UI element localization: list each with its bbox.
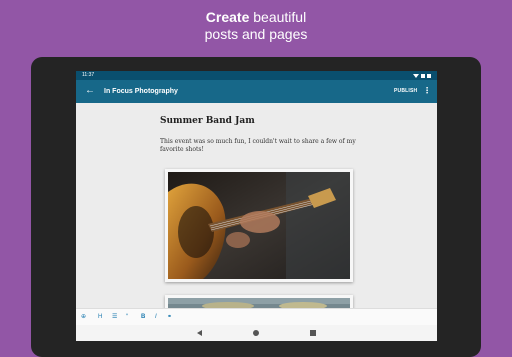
more-vert-icon[interactable]: ⋮ bbox=[423, 86, 431, 96]
system-nav-bar bbox=[76, 325, 437, 341]
promo-headline-rest: beautiful bbox=[249, 9, 307, 25]
link-icon[interactable]: ⚭ bbox=[167, 312, 172, 322]
status-time: 11:37 bbox=[82, 72, 95, 78]
wifi-icon bbox=[413, 73, 419, 78]
add-block-icon[interactable]: ⊕ bbox=[81, 312, 86, 322]
quote-icon[interactable]: “ bbox=[126, 312, 128, 322]
guitar-photo[interactable] bbox=[165, 169, 353, 282]
publish-button[interactable]: PUBLISH bbox=[394, 87, 417, 96]
italic-icon[interactable]: I bbox=[155, 312, 157, 322]
heading-icon[interactable]: H bbox=[98, 312, 102, 322]
post-title[interactable]: Summer Band Jam bbox=[160, 116, 255, 127]
guitar-photo-image bbox=[168, 172, 350, 279]
post-body-paragraph[interactable]: This event was so much fun, I couldn't w… bbox=[160, 138, 360, 154]
status-bar: 11:37 bbox=[76, 71, 437, 80]
promo-headline-line1: Create beautiful bbox=[0, 9, 512, 26]
format-toolbar: ⊕ H ☰ “ B I ⚭ bbox=[76, 308, 437, 326]
nav-recents-icon[interactable] bbox=[310, 330, 316, 336]
drum-photo[interactable] bbox=[165, 295, 353, 308]
list-icon[interactable]: ☰ bbox=[112, 312, 117, 322]
arrow-back-icon[interactable]: ← bbox=[85, 85, 95, 97]
nav-home-icon[interactable] bbox=[253, 330, 259, 336]
bold-icon[interactable]: B bbox=[141, 312, 145, 322]
nav-back-icon[interactable] bbox=[197, 330, 202, 336]
app-screen: 11:37 ← In Focus Photography PUBLISH ⋮ S… bbox=[76, 71, 437, 341]
promo-headline: Create beautiful posts and pages bbox=[0, 9, 512, 43]
app-bar: ← In Focus Photography PUBLISH ⋮ bbox=[76, 80, 437, 103]
signal-icon bbox=[421, 73, 425, 78]
promo-headline-bold: Create bbox=[205, 9, 250, 25]
drum-photo-image bbox=[168, 298, 350, 308]
editor-content[interactable]: Summer Band Jam This event was so much f… bbox=[76, 103, 437, 308]
status-icons bbox=[413, 71, 431, 80]
site-title: In Focus Photography bbox=[104, 88, 178, 95]
promo-headline-line2: posts and pages bbox=[204, 26, 308, 42]
battery-icon bbox=[427, 73, 431, 78]
